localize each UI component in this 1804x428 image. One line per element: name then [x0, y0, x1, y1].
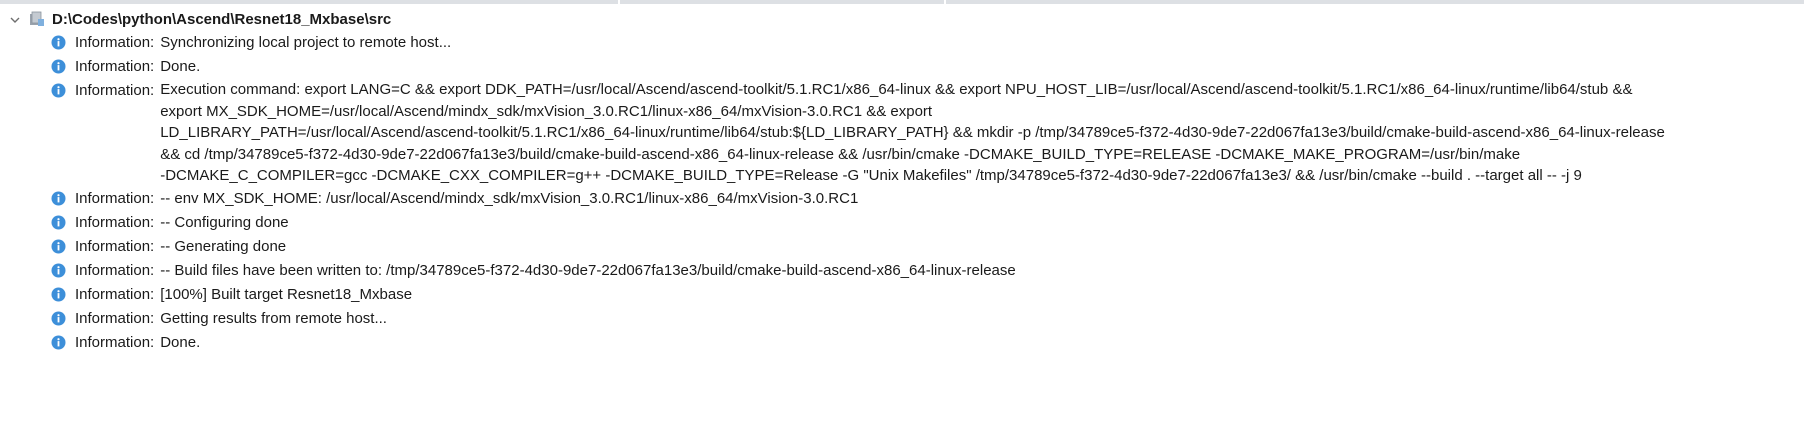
- message-text: Execution command: export LANG=C && expo…: [160, 79, 1665, 187]
- message-text: -- Build files have been written to: /tm…: [160, 261, 1016, 279]
- message-text: [100%] Built target Resnet18_Mxbase: [160, 285, 413, 303]
- message-prefix: Information:: [75, 285, 155, 303]
- info-icon: [51, 35, 66, 50]
- message-row[interactable]: Information: [100%] Built target Resnet18…: [0, 283, 1804, 307]
- message-text: Done.: [160, 58, 201, 75]
- tree-root-row[interactable]: D:\Codes\python\Ascend\Resnet18_Mxbase\s…: [0, 7, 1804, 31]
- message-prefix: Information:: [75, 237, 155, 255]
- folder-icon: [28, 10, 46, 28]
- message-text: -- Generating done: [160, 237, 287, 255]
- top-tab-strip: [0, 0, 1804, 4]
- message-row[interactable]: Information: Done.: [0, 331, 1804, 355]
- info-icon: [51, 263, 66, 278]
- message-row[interactable]: Information: Execution command: export LA…: [0, 79, 1804, 187]
- message-text: -- Configuring done: [160, 213, 289, 231]
- message-prefix: Information:: [75, 309, 155, 327]
- top-strip-segment: [946, 0, 1804, 4]
- message-text: -- env MX_SDK_HOME: /usr/local/Ascend/mi…: [160, 189, 859, 207]
- message-prefix: Information:: [75, 213, 155, 231]
- message-prefix: Information:: [75, 82, 155, 99]
- info-icon: [51, 335, 66, 350]
- info-icon: [51, 287, 66, 302]
- tree-root-label: D:\Codes\python\Ascend\Resnet18_Mxbase\s…: [52, 10, 392, 28]
- message-prefix: Information:: [75, 333, 155, 351]
- info-icon: [51, 311, 66, 326]
- build-output-tree: D:\Codes\python\Ascend\Resnet18_Mxbase\s…: [0, 7, 1804, 355]
- message-text: Done.: [160, 333, 201, 351]
- message-line: LD_LIBRARY_PATH=/usr/local/Ascend/ascend…: [160, 124, 1665, 141]
- message-prefix: Information:: [75, 58, 155, 75]
- message-row[interactable]: Information: -- Configuring done: [0, 211, 1804, 235]
- message-row[interactable]: Information: -- Generating done: [0, 235, 1804, 259]
- top-strip-segment: [620, 0, 946, 4]
- message-text: Synchronizing local project to remote ho…: [160, 34, 452, 51]
- message-row[interactable]: Information: -- Build files have been wri…: [0, 259, 1804, 283]
- message-row[interactable]: Information: Getting results from remote …: [0, 307, 1804, 331]
- info-icon: [51, 215, 66, 230]
- info-icon: [51, 239, 66, 254]
- chevron-down-icon[interactable]: [9, 13, 21, 25]
- message-line: Execution command: export LANG=C && expo…: [160, 81, 1633, 98]
- message-line: -DCMAKE_C_COMPILER=gcc -DCMAKE_CXX_COMPI…: [160, 167, 1582, 184]
- message-text: Getting results from remote host...: [160, 309, 387, 327]
- message-prefix: Information:: [75, 261, 155, 279]
- message-list: Information: Synchronizing local project …: [0, 31, 1804, 355]
- message-line: && cd /tmp/34789ce5-f372-4d30-9de7-22d06…: [160, 145, 1521, 163]
- message-prefix: Information:: [75, 189, 155, 207]
- info-icon: [51, 59, 66, 74]
- message-row[interactable]: Information: -- env MX_SDK_HOME: /usr/loc…: [0, 187, 1804, 211]
- info-icon: [51, 83, 66, 98]
- message-row[interactable]: Information: Done.: [0, 55, 1804, 79]
- message-prefix: Information:: [75, 34, 155, 51]
- top-strip-segment: [0, 0, 620, 4]
- message-row[interactable]: Information: Synchronizing local project …: [0, 31, 1804, 55]
- info-icon: [51, 191, 66, 206]
- message-line: export MX_SDK_HOME=/usr/local/Ascend/min…: [160, 102, 933, 120]
